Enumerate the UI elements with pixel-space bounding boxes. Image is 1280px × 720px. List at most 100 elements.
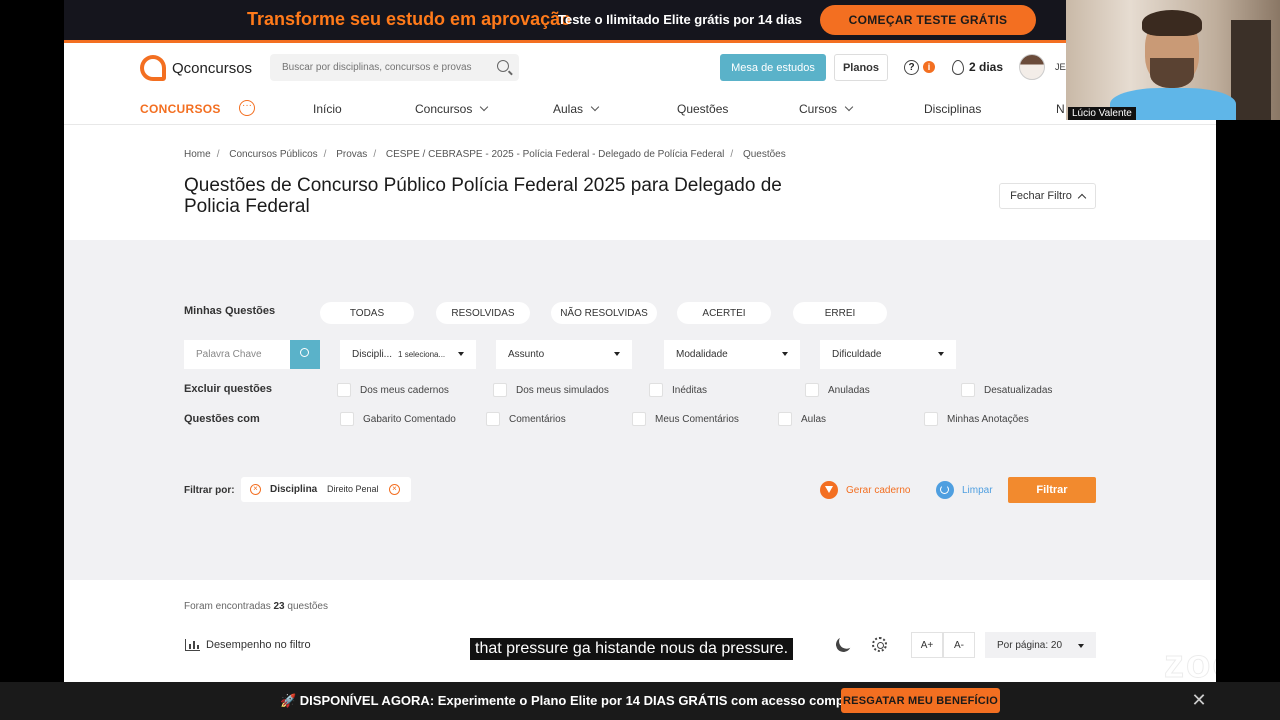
disciplina-select[interactable]: Discipli... 1 seleciona... [340,340,476,369]
promo-subtitle: Teste o Ilimitado Elite grátis por 14 di… [558,12,802,27]
checkbox-label: Inéditas [672,385,708,396]
assunto-label: Assunto [508,349,545,360]
browser-page: Transforme seu estudo em aprovação Teste… [64,0,1216,682]
search-icon[interactable] [497,60,509,72]
nav-concursos-category[interactable]: CONCURSOS [140,102,221,116]
promo-banner: Transforme seu estudo em aprovação Teste… [64,0,1216,40]
breadcrumb-home[interactable]: Home [184,149,211,160]
logo[interactable]: Qconcursos [140,55,252,81]
filter-todas[interactable]: TODAS [320,302,414,324]
breadcrumb-provas[interactable]: Provas [336,149,367,160]
checkbox-dos-meus-simulados[interactable] [493,383,507,397]
caret-down-icon [1078,644,1084,648]
remove-tag-icon[interactable]: × [389,484,400,495]
chip-value: Direito Penal [327,484,379,494]
nav-aulas-label: Aulas [553,102,584,116]
caret-down-icon [782,352,788,356]
checkbox-desatualizadas[interactable] [961,383,975,397]
caret-down-icon [458,352,464,356]
start-trial-button[interactable]: COMEÇAR TESTE GRÁTIS [820,5,1036,35]
close-filter-label: Fechar Filtro [1010,190,1072,202]
remove-filter-icon[interactable]: × [250,484,261,495]
search-bar [270,54,519,81]
results-prefix: Foram encontradas [184,601,271,612]
chevron-up-icon [1077,193,1087,203]
search-input[interactable] [282,62,492,73]
chevron-down-icon [844,102,854,112]
filtrar-button[interactable]: Filtrar [1008,477,1096,503]
filter-nao-resolvidas[interactable]: NÃO RESOLVIDAS [551,302,657,324]
nav-concursos[interactable]: Concursos [415,102,489,116]
checkbox-label: Aulas [801,414,827,425]
results-suffix: questões [287,601,328,612]
search-icon [300,348,309,357]
modalidade-select[interactable]: Modalidade [664,340,800,369]
alert-icon[interactable]: i [923,61,935,73]
dificuldade-label: Dificuldade [832,349,882,360]
nav-inicio[interactable]: Início [313,102,342,116]
minhas-questoes-label: Minhas Questões [184,305,276,317]
filter-resolvidas[interactable]: RESOLVIDAS [436,302,530,324]
checkbox-meus-comentarios[interactable] [632,412,646,426]
checkbox-label: Meus Comentários [655,414,739,425]
font-increase-button[interactable]: A+ [911,632,943,658]
font-decrease-button[interactable]: A- [943,632,975,658]
close-icon[interactable]: ✕ [1190,691,1208,709]
planos-button[interactable]: Planos [834,54,888,81]
dark-mode-icon[interactable] [834,635,853,654]
bar-chart-icon[interactable] [185,639,200,651]
nav-more[interactable]: N [1056,102,1065,116]
chevron-down-icon [590,102,600,112]
checkbox-aulas[interactable] [778,412,792,426]
help-icon[interactable]: ? [904,60,919,75]
breadcrumb-prova[interactable]: CESPE / CEBRASPE - 2025 - Polícia Federa… [386,149,725,160]
caret-down-icon [938,352,944,356]
filter-errei[interactable]: ERREI [793,302,887,324]
checkbox-label: Anuladas [828,385,870,396]
gerar-caderno-link[interactable]: Gerar caderno [846,485,910,496]
filter-acertei[interactable]: ACERTEI [677,302,771,324]
keyword-search-button[interactable] [290,340,320,369]
checkbox-label: Comentários [509,414,566,425]
filter-funnel-icon[interactable] [820,481,838,499]
checkbox-label: Dos meus simulados [516,385,609,396]
streak-flame-icon [952,60,964,75]
nav-cursos[interactable]: Cursos [799,102,854,116]
chip-category: Disciplina [270,484,318,495]
mesa-de-estudos-button[interactable]: Mesa de estudos [720,54,826,81]
bottom-banner: 🚀 DISPONÍVEL AGORA: Experimente o Plano … [0,682,1280,720]
checkbox-dos-meus-cadernos[interactable] [337,383,351,397]
background-door [1231,20,1271,120]
filtrar-por-label: Filtrar por: [184,485,235,496]
checkbox-comentarios[interactable] [486,412,500,426]
keyword-input[interactable]: Palavra Chave [184,340,290,369]
resgatar-beneficio-button[interactable]: RESGATAR MEU BENEFÍCIO [841,688,1000,713]
checkbox-minhas-anotacoes[interactable] [924,412,938,426]
page-title: Questões de Concurso Público Polícia Fed… [184,175,782,217]
checkbox-anuladas[interactable] [805,383,819,397]
reset-icon[interactable] [936,481,954,499]
logo-icon [140,55,166,81]
per-page-select[interactable]: Por página: 20 [985,632,1096,658]
assunto-select[interactable]: Assunto [496,340,632,369]
gear-icon[interactable] [872,637,887,652]
close-filter-button[interactable]: Fechar Filtro [999,183,1096,209]
nav-questoes[interactable]: Questões [677,102,728,116]
nav-aulas[interactable]: Aulas [553,102,600,116]
results-count: Foram encontradas 23 questões [184,601,328,612]
more-options-icon[interactable]: ··· [239,100,255,116]
breadcrumb-concursos-publicos[interactable]: Concursos Públicos [229,149,317,160]
disciplina-count: 1 seleciona... [398,350,446,359]
streak-days: 2 dias [969,60,1004,74]
results-number: 23 [273,601,285,612]
dificuldade-select[interactable]: Dificuldade [820,340,956,369]
checkbox-gabarito-comentado[interactable] [340,412,354,426]
nav-disciplinas[interactable]: Disciplinas [924,102,981,116]
desempenho-link[interactable]: Desempenho no filtro [206,639,311,651]
checkbox-ineditas[interactable] [649,383,663,397]
limpar-link[interactable]: Limpar [962,485,993,496]
avatar[interactable] [1019,54,1045,80]
questoes-com-label: Questões com [184,413,260,425]
checkbox-label: Dos meus cadernos [360,385,449,396]
modalidade-label: Modalidade [676,349,728,360]
